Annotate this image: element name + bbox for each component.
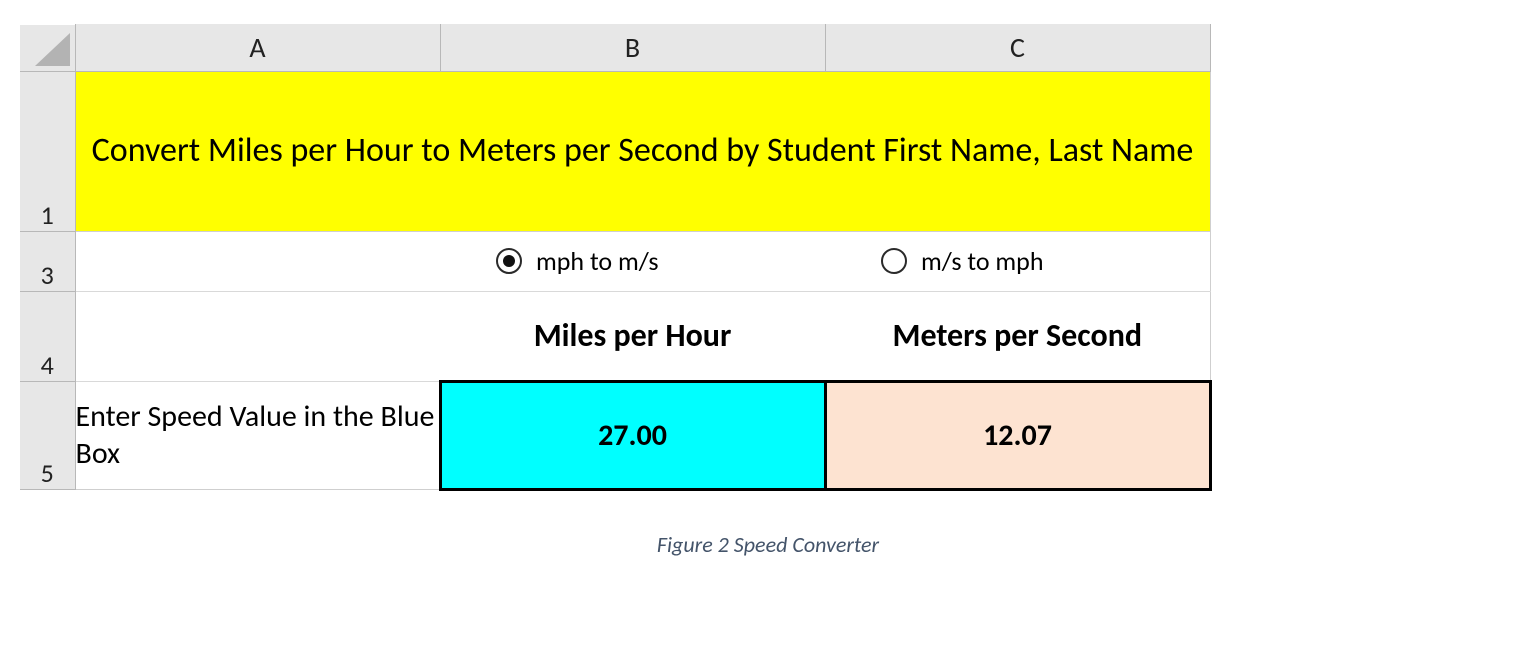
- column-header-row: A B C: [20, 25, 1210, 72]
- cell-A4[interactable]: [75, 291, 440, 381]
- speed-output-cell[interactable]: 12.07: [825, 381, 1210, 489]
- row-5: 5 Enter Speed Value in the Blue Box 27.0…: [20, 381, 1210, 489]
- row-header-1[interactable]: 1: [20, 71, 75, 231]
- row-3: 3 mph to m/s m/s to mph: [20, 231, 1210, 291]
- radio-label: mph to m/s: [536, 245, 659, 277]
- row-1: 1 Convert Miles per Hour to Meters per S…: [20, 71, 1210, 231]
- spreadsheet-grid: A B C 1 Convert Miles per Hour to Meters…: [20, 24, 1212, 491]
- column-header-A[interactable]: A: [75, 25, 440, 72]
- column-header-C[interactable]: C: [825, 25, 1210, 72]
- radio-icon: [496, 248, 522, 274]
- unit-header-right[interactable]: Meters per Second: [825, 291, 1210, 381]
- row-4: 4 Miles per Hour Meters per Second: [20, 291, 1210, 381]
- radio-icon: [881, 248, 907, 274]
- column-header-B[interactable]: B: [440, 25, 825, 72]
- select-all-corner[interactable]: [20, 25, 75, 72]
- cell-C3[interactable]: m/s to mph: [825, 231, 1210, 291]
- figure-caption: Figure 2 Speed Converter: [0, 531, 1536, 558]
- unit-header-left[interactable]: Miles per Hour: [440, 291, 825, 381]
- radio-mph-to-ms[interactable]: mph to m/s: [440, 245, 825, 277]
- select-all-triangle-icon: [20, 25, 75, 71]
- speed-input-cell[interactable]: 27.00: [440, 381, 825, 489]
- input-instruction-label[interactable]: Enter Speed Value in the Blue Box: [75, 381, 440, 489]
- row-header-3[interactable]: 3: [20, 231, 75, 291]
- cell-B3[interactable]: mph to m/s: [440, 231, 825, 291]
- row-header-4[interactable]: 4: [20, 291, 75, 381]
- title-cell[interactable]: Convert Miles per Hour to Meters per Sec…: [75, 71, 1210, 231]
- radio-label: m/s to mph: [921, 245, 1044, 277]
- cell-A3[interactable]: [75, 231, 440, 291]
- row-header-5[interactable]: 5: [20, 381, 75, 489]
- radio-ms-to-mph[interactable]: m/s to mph: [825, 245, 1210, 277]
